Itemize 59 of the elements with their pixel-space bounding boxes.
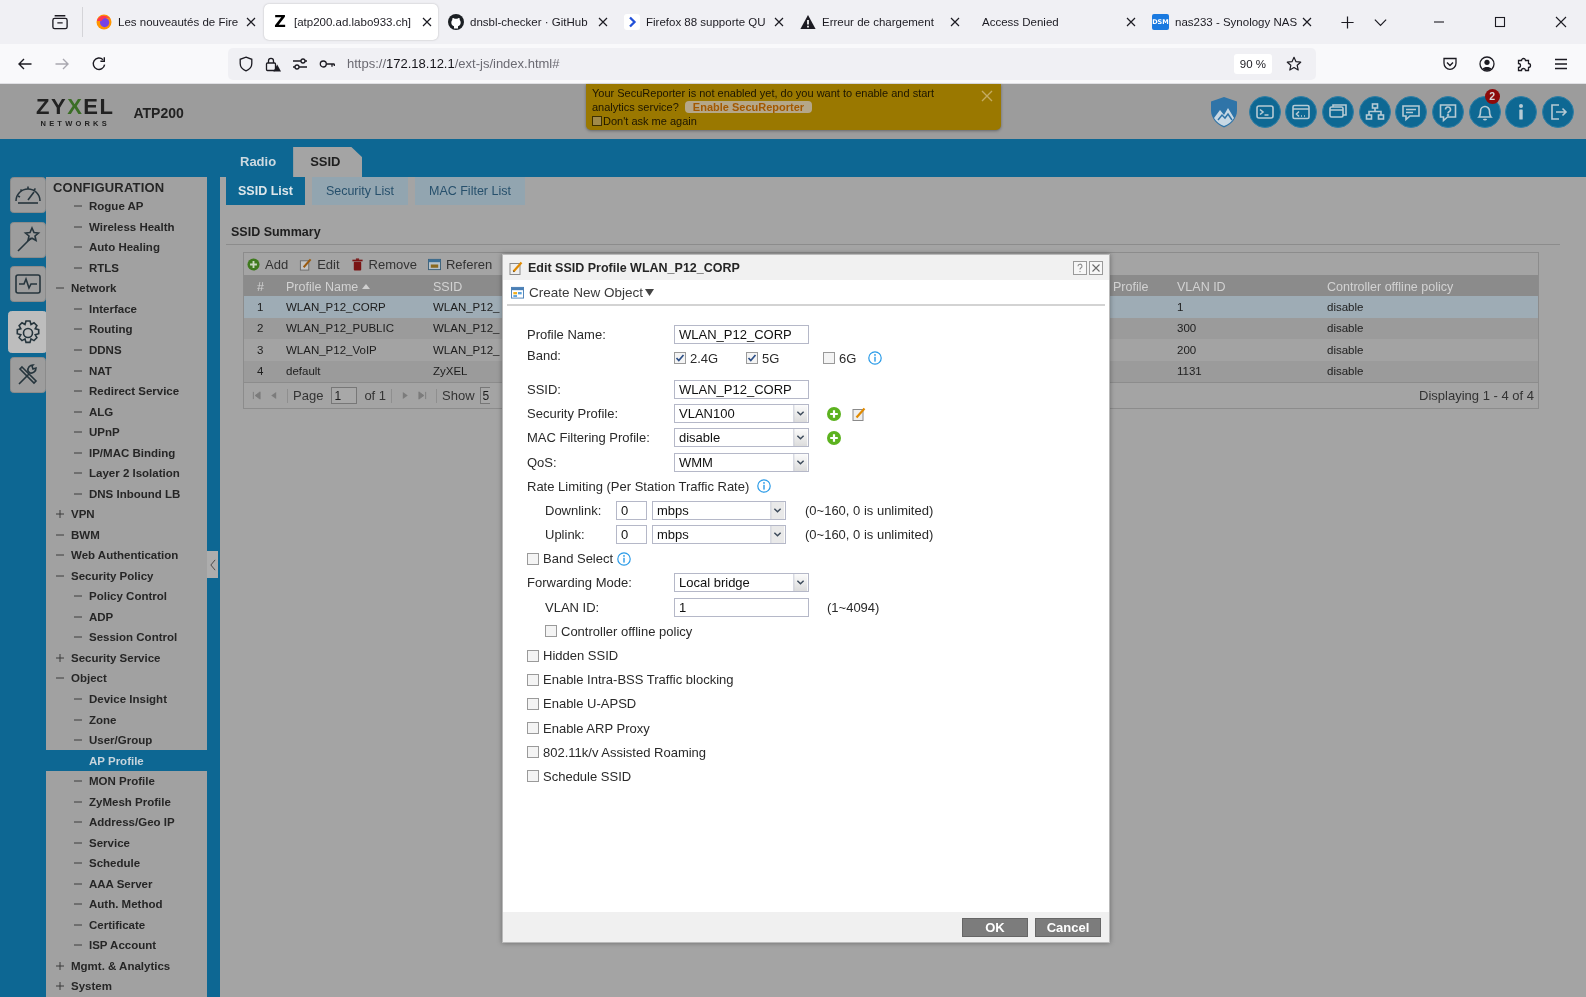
checkbox-label: Don't ask me again: [603, 114, 697, 128]
field-label: Band:: [527, 347, 562, 364]
table-cell: WLAN_P12_: [433, 343, 500, 356]
checkbox-label: Controller offline policy: [561, 623, 693, 639]
page-count: of 1: [364, 388, 387, 403]
table-cell: WLAN_P12_: [433, 300, 500, 313]
table-cell: ZyXEL: [433, 365, 468, 378]
field-hint: (1~4094): [827, 599, 880, 615]
field-label: Profile Name:: [527, 326, 607, 342]
field-label: SSID:: [527, 381, 562, 397]
page-label: Page: [293, 388, 324, 403]
field-label: Security Profile:: [527, 406, 620, 422]
table-cell: WLAN_P12_: [433, 322, 500, 335]
table-cell: 2: [257, 322, 264, 335]
checkbox-label: 802.11k/v Assisted Roaming: [543, 744, 707, 760]
checkbox-label: Enable U-APSD: [543, 696, 637, 712]
notification-badge: 2: [1484, 88, 1500, 104]
banner-message: analytics service?: [592, 100, 679, 114]
table-cell: 4: [257, 365, 264, 378]
table-cell: WLAN_P12_CORP: [286, 300, 386, 313]
table-cell: disable: [1327, 343, 1364, 356]
checkbox-label: 5G: [762, 350, 780, 366]
field-label: QoS:: [527, 454, 558, 470]
field-label: Forwarding Mode:: [527, 575, 633, 591]
section-title: CONFIGURATION: [52, 179, 166, 196]
device-model: ATP200: [133, 105, 184, 121]
checkbox-label: Hidden SSID: [543, 648, 619, 664]
page-size-label: Show: [442, 388, 475, 403]
table-cell: disable: [1327, 322, 1364, 335]
table-cell: 1131: [1177, 365, 1202, 378]
table-cell: WLAN_P12_VoIP: [286, 343, 377, 356]
paging-status: Displaying 1 - 4 of 4: [1419, 388, 1534, 403]
field-label: Uplink:: [545, 527, 586, 543]
banner-message: Your SecuReporter is not enabled yet, do you want to enable and start: [592, 86, 935, 100]
checkbox-label: Enable ARP Proxy: [543, 720, 650, 736]
table-cell: 1: [257, 300, 264, 313]
dialog-title: Edit SSID Profile WLAN_P12_CORP: [528, 260, 740, 275]
field-hint: (0~160, 0 is unlimited): [805, 527, 934, 543]
table-cell: 300: [1177, 322, 1197, 335]
table-cell: disable: [1327, 300, 1364, 313]
field-hint: (0~160, 0 is unlimited): [805, 502, 934, 518]
url-text: https://172.18.12.1/ext-js/index.html#: [347, 56, 560, 71]
checkbox-label: 2.4G: [690, 350, 719, 366]
logo-wordmark: ZYXEL: [36, 95, 115, 118]
table-cell: 3: [257, 343, 264, 356]
checkbox-label: 6G: [839, 350, 857, 366]
field-label: MAC Filtering Profile:: [527, 430, 651, 446]
section-title: SSID Summary: [231, 225, 321, 239]
field-label: Downlink:: [545, 502, 603, 518]
checkbox-label: Band Select: [543, 551, 614, 567]
checkbox-label: Schedule SSID: [543, 768, 632, 784]
table-cell: disable: [1327, 365, 1364, 378]
section-label: Rate Limiting (Per Station Traffic Rate): [527, 478, 750, 494]
table-cell: default: [286, 365, 321, 378]
field-label: VLAN ID:: [545, 599, 601, 615]
table-cell: WLAN_P12_PUBLIC: [286, 322, 395, 335]
checkbox-label: Enable Intra-BSS Traffic blocking: [543, 672, 734, 688]
table-cell: 200: [1177, 343, 1197, 356]
table-cell: 1: [1177, 300, 1184, 313]
